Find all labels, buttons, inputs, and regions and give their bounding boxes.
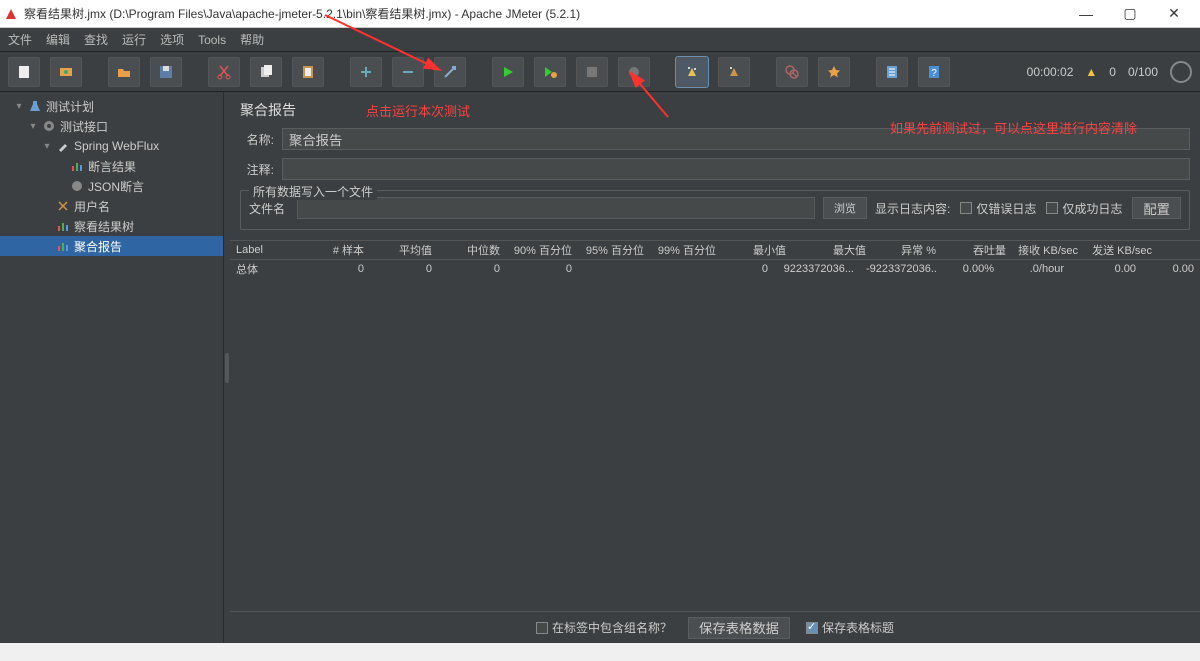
main-panel: 聚合报告 点击运行本次测试 如果先前测试过，可以点这里进行内容清除 名称: 注释… — [230, 92, 1200, 643]
name-label: 名称: — [240, 131, 274, 148]
stop-button[interactable] — [576, 57, 608, 87]
copy-button[interactable] — [250, 57, 282, 87]
tree-sampler[interactable]: ▾Spring WebFlux — [0, 136, 223, 156]
save-table-data-button[interactable]: 保存表格数据 — [688, 617, 790, 639]
footer-bar: 在标签中包含组名称？ 保存表格数据 保存表格标题 — [230, 611, 1200, 643]
collapse-button[interactable] — [392, 57, 424, 87]
menu-run[interactable]: 运行 — [122, 31, 146, 48]
warning-count: 0 — [1109, 65, 1116, 79]
annotation-clear: 如果先前测试过，可以点这里进行内容清除 — [890, 118, 1137, 137]
window-close-button[interactable]: ✕ — [1152, 1, 1196, 27]
reset-search-button[interactable] — [818, 57, 850, 87]
chart-icon — [56, 239, 70, 253]
menu-edit[interactable]: 编辑 — [46, 31, 70, 48]
status-indicator-icon — [1170, 61, 1192, 83]
os-statusbar — [0, 643, 1200, 661]
tree-assertion-results[interactable]: 断言结果 — [0, 156, 223, 176]
browse-button[interactable]: 浏览 — [823, 197, 867, 219]
menubar: 文件 编辑 查找 运行 选项 Tools 帮助 — [0, 28, 1200, 52]
menu-help[interactable]: 帮助 — [240, 31, 264, 48]
paste-button[interactable] — [292, 57, 324, 87]
filename-label: 文件名 — [249, 200, 289, 217]
toggle-button[interactable] — [434, 57, 466, 87]
jmeter-icon — [4, 7, 18, 21]
window-maximize-button[interactable]: ▢ — [1108, 1, 1152, 27]
tree-view-results[interactable]: 察看结果树 — [0, 216, 223, 236]
templates-button[interactable] — [50, 57, 82, 87]
thread-count: 0/100 — [1128, 65, 1158, 79]
function-helper-button[interactable] — [876, 57, 908, 87]
svg-text:?: ? — [931, 68, 937, 79]
chart-icon — [56, 219, 70, 233]
chart-icon — [70, 159, 84, 173]
pipette-icon — [56, 139, 70, 153]
comment-input[interactable] — [282, 158, 1190, 180]
test-plan-tree[interactable]: ▾测试计划 ▾测试接口 ▾Spring WebFlux 断言结果 JSON断言 … — [0, 92, 224, 643]
start-no-pause-button[interactable] — [534, 57, 566, 87]
panel-title: 聚合报告 — [240, 100, 296, 120]
table-row[interactable]: 总体 0 0 0 0 0 9223372036... -9223372036..… — [230, 260, 1200, 278]
search-button[interactable] — [776, 57, 808, 87]
clear-button[interactable] — [676, 57, 708, 87]
open-button[interactable] — [108, 57, 140, 87]
assert-icon — [70, 179, 84, 193]
comment-label: 注释: — [240, 161, 274, 178]
expand-button[interactable] — [350, 57, 382, 87]
menu-options[interactable]: 选项 — [160, 31, 184, 48]
cut-button[interactable] — [208, 57, 240, 87]
tree-test-plan[interactable]: ▾测试计划 — [0, 96, 223, 116]
include-group-checkbox[interactable]: 在标签中包含组名称？ — [536, 619, 672, 636]
table-header: Label # 样本 平均值 中位数 90% 百分位 95% 百分位 99% 百… — [230, 240, 1200, 260]
toolbar: ? 00:00:02 ▲ 0 0/100 — [0, 52, 1200, 92]
titlebar: 察看结果树.jmx (D:\Program Files\Java\apache-… — [0, 0, 1200, 28]
tree-json-assertion[interactable]: JSON断言 — [0, 176, 223, 196]
log-opts-label: 显示日志内容: — [875, 200, 950, 217]
new-button[interactable] — [8, 57, 40, 87]
save-header-checkbox[interactable]: 保存表格标题 — [806, 619, 894, 636]
only-errors-checkbox[interactable]: 仅错误日志 — [960, 200, 1036, 217]
results-table[interactable]: Label # 样本 平均值 中位数 90% 百分位 95% 百分位 99% 百… — [230, 240, 1200, 643]
file-group: 所有数据写入一个文件 文件名 浏览 显示日志内容: 仅错误日志 仅成功日志 配置 — [240, 190, 1190, 230]
tree-thread-group[interactable]: ▾测试接口 — [0, 116, 223, 136]
menu-tools[interactable]: Tools — [198, 33, 226, 47]
shutdown-button[interactable] — [618, 57, 650, 87]
elapsed-time: 00:00:02 — [1027, 65, 1074, 79]
help-button[interactable]: ? — [918, 57, 950, 87]
save-button[interactable] — [150, 57, 182, 87]
tree-user-vars[interactable]: 用户名 — [0, 196, 223, 216]
menu-file[interactable]: 文件 — [8, 31, 32, 48]
window-minimize-button[interactable]: — — [1064, 1, 1108, 27]
config-button[interactable]: 配置 — [1132, 197, 1181, 219]
warning-icon[interactable]: ▲ — [1085, 65, 1097, 79]
window-title: 察看结果树.jmx (D:\Program Files\Java\apache-… — [24, 5, 1064, 22]
file-group-legend: 所有数据写入一个文件 — [249, 183, 377, 200]
crossed-tools-icon — [56, 199, 70, 213]
annotation-run: 点击运行本次测试 — [366, 101, 470, 120]
start-button[interactable] — [492, 57, 524, 87]
flask-icon — [28, 99, 42, 113]
filename-input[interactable] — [297, 197, 815, 219]
menu-search[interactable]: 查找 — [84, 31, 108, 48]
clear-all-button[interactable] — [718, 57, 750, 87]
tree-aggregate-report[interactable]: 聚合报告 — [0, 236, 223, 256]
gear-icon — [42, 119, 56, 133]
only-success-checkbox[interactable]: 仅成功日志 — [1046, 200, 1122, 217]
